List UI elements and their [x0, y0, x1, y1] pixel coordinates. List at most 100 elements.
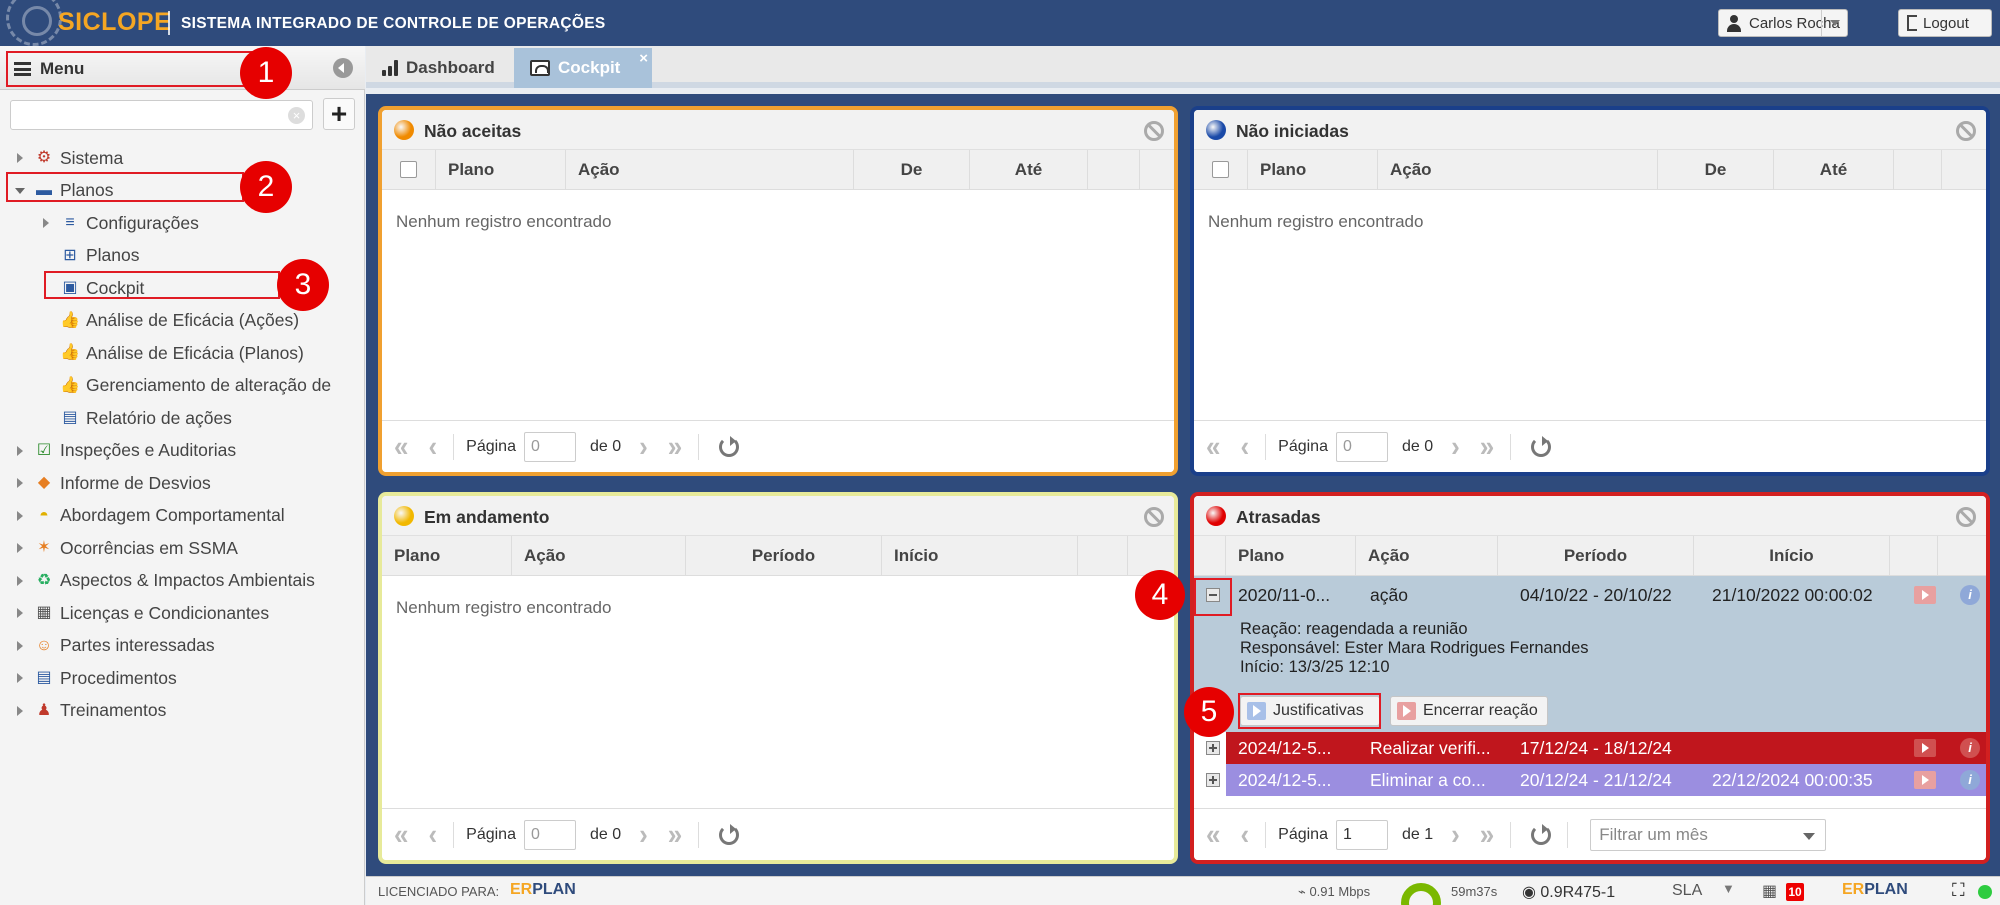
column-header[interactable]: Início [1694, 536, 1890, 576]
column-header[interactable]: Plano [1226, 536, 1356, 576]
play-icon[interactable] [1914, 586, 1936, 604]
close-icon[interactable]: × [639, 50, 648, 67]
chevron-down-icon[interactable] [12, 183, 28, 199]
last-page-icon[interactable]: » [1480, 817, 1494, 851]
column-header[interactable]: Ação [566, 150, 854, 190]
column-header[interactable]: Período [1498, 536, 1694, 576]
expand-row-icon[interactable] [1206, 773, 1220, 787]
sidebar-item-aspectos-impactos-ambientais[interactable]: ♻ Aspectos & Impactos Ambientais [0, 565, 365, 598]
column-header[interactable]: Ação [1378, 150, 1658, 190]
page-input[interactable]: 1 [1335, 819, 1388, 850]
page-input[interactable]: 0 [1335, 431, 1388, 462]
page-input[interactable]: 0 [523, 819, 576, 850]
next-page-icon[interactable]: › [639, 429, 648, 463]
table-row[interactable]: 2024/12-5... Eliminar a co... 20/12/24 -… [1194, 764, 1986, 796]
chevron-right-icon[interactable] [38, 215, 54, 231]
calculator-icon[interactable]: ▦ [1762, 881, 1777, 901]
month-filter-select[interactable]: Filtrar um mês [1590, 818, 1827, 851]
notification-badge[interactable]: 10 [1786, 883, 1804, 901]
sla-dropdown-icon[interactable]: ▼ [1722, 881, 1735, 896]
fullscreen-icon[interactable]: ⛶ [1952, 880, 1965, 901]
sidebar-item-licen-as-e-condicionantes[interactable]: ▦ Licenças e Condicionantes [0, 597, 365, 630]
sidebar-item-planos[interactable]: ▬ Planos [0, 175, 365, 208]
chevron-down-icon[interactable] [1821, 10, 1847, 36]
info-icon[interactable]: i [1960, 770, 1980, 790]
close-panel-icon[interactable] [1144, 507, 1164, 527]
refresh-icon[interactable] [719, 823, 740, 845]
next-page-icon[interactable]: › [1451, 817, 1460, 851]
page-input[interactable]: 0 [523, 431, 576, 462]
column-header[interactable]: Até [1774, 150, 1894, 190]
tab-dashboard[interactable]: Dashboard [366, 48, 511, 88]
sidebar-item-inspe-es-e-auditorias[interactable]: ☑ Inspeções e Auditorias [0, 435, 365, 468]
sidebar-item-relat-rio-de-a-es[interactable]: ▤ Relatório de ações [0, 402, 365, 435]
prev-page-icon[interactable]: ‹ [1240, 429, 1249, 463]
chevron-right-icon[interactable] [12, 605, 28, 621]
add-button[interactable]: + [323, 98, 355, 130]
column-header[interactable]: De [854, 150, 970, 190]
sidebar-item-procedimentos[interactable]: ▤ Procedimentos [0, 662, 365, 695]
column-header[interactable]: Plano [382, 536, 512, 576]
info-icon[interactable]: i [1960, 738, 1980, 758]
column-header[interactable]: Até [970, 150, 1088, 190]
sidebar-item-ocorr-ncias-em-ssma[interactable]: ✶ Ocorrências em SSMA [0, 532, 365, 565]
chevron-right-icon[interactable] [12, 638, 28, 654]
chevron-right-icon[interactable] [12, 475, 28, 491]
sidebar-item-informe-de-desvios[interactable]: ◆ Informe de Desvios [0, 467, 365, 500]
sidebar-item-treinamentos[interactable]: ♟ Treinamentos [0, 695, 365, 728]
next-page-icon[interactable]: › [639, 817, 648, 851]
next-page-icon[interactable]: › [1451, 429, 1460, 463]
chevron-right-icon[interactable] [12, 573, 28, 589]
menu-header[interactable]: Menu [0, 46, 365, 90]
chevron-right-icon[interactable] [12, 703, 28, 719]
clear-search-icon[interactable]: × [288, 107, 305, 124]
prev-page-icon[interactable]: ‹ [428, 817, 437, 851]
chevron-right-icon[interactable] [12, 508, 28, 524]
last-page-icon[interactable]: » [668, 429, 682, 463]
menu-search-input[interactable]: × [10, 100, 313, 130]
refresh-icon[interactable] [719, 435, 740, 457]
column-header[interactable]: Plano [436, 150, 566, 190]
menu-title[interactable]: Menu [14, 59, 84, 79]
column-header[interactable]: Ação [512, 536, 686, 576]
sidebar-item-an-lise-de-efic-cia-planos[interactable]: 👍 Análise de Eficácia (Planos) [0, 337, 365, 370]
refresh-icon[interactable] [1531, 435, 1552, 457]
justificativas-button[interactable]: Justificativas [1240, 696, 1380, 726]
column-header[interactable]: De [1658, 150, 1774, 190]
expand-row-icon[interactable] [1206, 741, 1220, 755]
chevron-right-icon[interactable] [12, 443, 28, 459]
select-all-checkbox[interactable] [400, 161, 417, 178]
table-row[interactable]: 2020/11-0... ação 04/10/22 - 20/10/22 21… [1194, 579, 1986, 611]
chevron-right-icon[interactable] [12, 670, 28, 686]
sidebar-item-abordagem-comportamental[interactable]: ◓ Abordagem Comportamental [0, 500, 365, 533]
sidebar-item-partes-interessadas[interactable]: ☺ Partes interessadas [0, 630, 365, 663]
logout-button[interactable]: Logout [1898, 9, 1992, 37]
select-all-checkbox[interactable] [1212, 161, 1229, 178]
column-header[interactable]: Plano [1248, 150, 1378, 190]
play-icon[interactable] [1914, 771, 1936, 789]
table-row[interactable]: 2024/12-5... Realizar verifi... 17/12/24… [1194, 732, 1986, 764]
user-menu-button[interactable]: Carlos Rocha [1718, 9, 1848, 37]
refresh-icon[interactable] [1531, 823, 1552, 845]
close-panel-icon[interactable] [1144, 121, 1164, 141]
first-page-icon[interactable]: « [1206, 817, 1220, 851]
close-panel-icon[interactable] [1956, 121, 1976, 141]
play-icon[interactable] [1914, 739, 1936, 757]
prev-page-icon[interactable]: ‹ [428, 429, 437, 463]
sidebar-item-configura-es[interactable]: ≡ Configurações [0, 207, 365, 240]
collapse-row-icon[interactable] [1206, 588, 1220, 602]
first-page-icon[interactable]: « [394, 429, 408, 463]
column-header[interactable]: Início [882, 536, 1078, 576]
close-panel-icon[interactable] [1956, 507, 1976, 527]
first-page-icon[interactable]: « [1206, 429, 1220, 463]
encerrar-reacao-button[interactable]: Encerrar reação [1390, 696, 1548, 726]
sidebar-item-sistema[interactable]: ⚙ Sistema [0, 142, 365, 175]
chevron-right-icon[interactable] [12, 150, 28, 166]
column-header[interactable]: Ação [1356, 536, 1498, 576]
info-icon[interactable]: i [1960, 585, 1980, 605]
last-page-icon[interactable]: » [1480, 429, 1494, 463]
first-page-icon[interactable]: « [394, 817, 408, 851]
column-header[interactable]: Período [686, 536, 882, 576]
chevron-right-icon[interactable] [12, 540, 28, 556]
prev-page-icon[interactable]: ‹ [1240, 817, 1249, 851]
